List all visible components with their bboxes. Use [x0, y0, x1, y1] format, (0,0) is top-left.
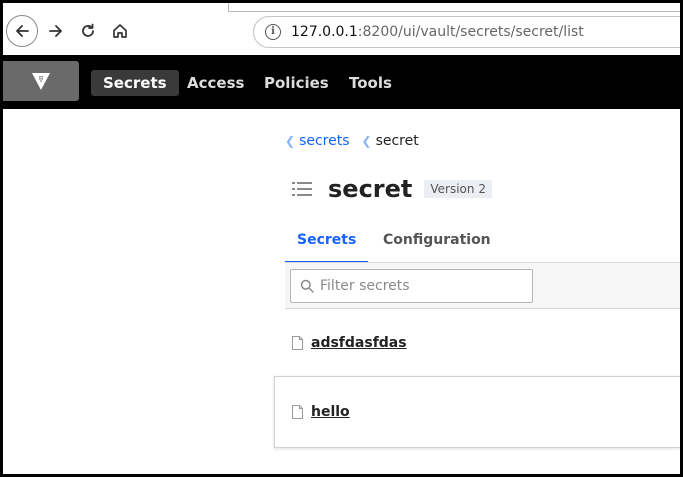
breadcrumb-chevron-icon: ❮ [285, 134, 296, 148]
vault-logo[interactable] [3, 61, 79, 101]
breadcrumb-chevron-icon: ❮ [361, 134, 372, 148]
browser-window: i 127.0.0.1:8200/ui/vault/secrets/secret… [3, 3, 680, 474]
reload-icon [82, 23, 94, 37]
secret-list-item[interactable]: adsfdasfdas [285, 323, 680, 363]
home-button[interactable] [105, 16, 135, 46]
url-text: 127.0.0.1:8200/ui/vault/secrets/secret/l… [291, 24, 584, 40]
list-icon [292, 182, 312, 196]
secret-link[interactable]: adsfdasfdas [311, 335, 407, 351]
forward-button[interactable] [41, 16, 71, 46]
search-icon [300, 279, 314, 293]
nav-policies[interactable]: Policies [252, 70, 341, 96]
vault-logo-icon [32, 73, 50, 90]
secret-link[interactable]: hello [311, 404, 350, 420]
tab-configuration[interactable]: Configuration [371, 225, 503, 263]
address-bar[interactable]: i 127.0.0.1:8200/ui/vault/secrets/secret… [253, 16, 680, 48]
filter-toolbar [285, 262, 680, 309]
browser-toolbar: i 127.0.0.1:8200/ui/vault/secrets/secret… [3, 3, 680, 55]
filter-field[interactable] [290, 269, 533, 303]
version-badge: Version 2 [424, 180, 492, 198]
file-icon [292, 336, 303, 350]
nav-access[interactable]: Access [175, 70, 256, 96]
url-host: 127.0.0.1 [291, 24, 358, 40]
vault-header: Secrets Access Policies Tools [3, 55, 680, 109]
filter-secrets-input[interactable] [320, 278, 520, 294]
nav-tools[interactable]: Tools [337, 70, 404, 96]
file-icon [292, 405, 303, 419]
nav-secrets[interactable]: Secrets [91, 70, 179, 96]
page-title-row: secret Version 2 [292, 175, 492, 203]
secret-list-item[interactable]: hello [274, 376, 680, 448]
reload-button[interactable] [73, 16, 103, 46]
page-title: secret [328, 175, 413, 203]
tab-secrets[interactable]: Secrets [285, 225, 369, 263]
home-icon [113, 24, 127, 38]
back-button[interactable] [6, 15, 38, 47]
site-info-icon[interactable]: i [265, 24, 281, 40]
breadcrumb-link-secrets[interactable]: secrets [299, 133, 349, 149]
forward-arrow-icon [49, 25, 62, 37]
back-arrow-icon [16, 25, 29, 37]
breadcrumb-current: secret [375, 133, 419, 149]
url-path: :8200/ui/vault/secrets/secret/list [357, 24, 584, 40]
tab-bar: Secrets Configuration [285, 225, 680, 263]
breadcrumb: ❮ secrets ❮ secret [285, 133, 419, 149]
tab-strip-edge [228, 3, 680, 12]
